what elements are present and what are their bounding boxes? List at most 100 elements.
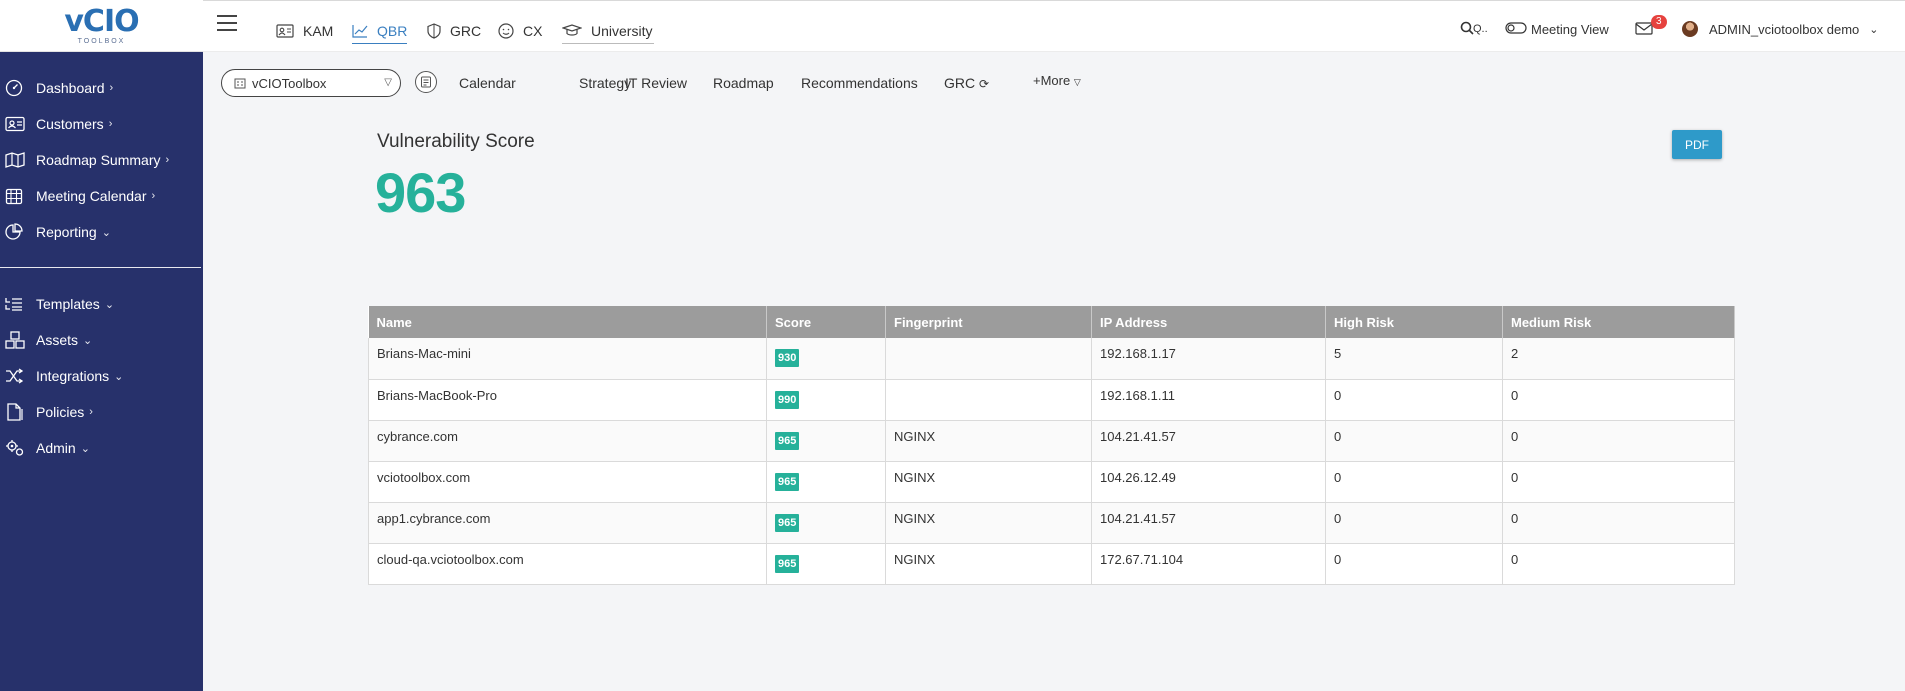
sidebar-item-admin[interactable]: Admin ⌄ — [0, 430, 203, 466]
tab-label: QBR — [377, 22, 408, 39]
table-row[interactable]: Brians-MacBook-Pro 990 192.168.1.11 0 0 — [368, 379, 1735, 421]
refresh-icon: ⟳ — [979, 77, 990, 91]
cell-score: 965 — [766, 502, 886, 544]
cell-score: 965 — [766, 543, 886, 585]
column-header-score[interactable]: Score — [766, 306, 886, 338]
table-row[interactable]: vciotoolbox.com 965 NGINX 104.26.12.49 0… — [368, 461, 1735, 503]
user-menu[interactable]: ADMIN_vciotoolbox demo ⌄ — [1682, 18, 1879, 40]
map-icon — [5, 151, 27, 169]
sidebar-item-label: Meeting Calendar — [36, 188, 147, 204]
cell-fingerprint: NGINX — [885, 461, 1092, 503]
avatar — [1682, 21, 1698, 37]
sidebar-item-label: Integrations — [36, 368, 110, 384]
organization-select-value: vCIOToolbox — [252, 75, 327, 91]
sidebar-item-label: Reporting — [36, 224, 97, 240]
cell-score: 990 — [766, 379, 886, 421]
subtab-calendar[interactable]: Calendar — [459, 75, 516, 91]
cell-name: Brians-MacBook-Pro — [368, 379, 767, 421]
building-icon — [234, 78, 246, 89]
sidebar-item-assets[interactable]: Assets ⌄ — [0, 322, 203, 358]
organization-select[interactable]: vCIOToolbox ▽ — [221, 69, 401, 97]
subtab-recommendations[interactable]: Recommendations — [801, 75, 918, 91]
cell-medium-risk: 0 — [1502, 379, 1735, 421]
cell-medium-risk: 0 — [1502, 420, 1735, 462]
tab-cx[interactable]: CX — [498, 18, 542, 44]
subtab-more[interactable]: +More ▽ — [1033, 73, 1081, 88]
logo-main: vCIO — [64, 3, 139, 39]
cell-high-risk: 5 — [1325, 338, 1503, 380]
chevron-right-icon: › — [108, 118, 113, 130]
notifications-button[interactable]: 3 — [1635, 15, 1667, 40]
search-button[interactable]: Q.. — [1460, 18, 1488, 40]
table-row[interactable]: Brians-Mac-mini 930 192.168.1.17 5 2 — [368, 338, 1735, 380]
score-badge: 965 — [775, 431, 800, 450]
tab-qbr[interactable]: QBR — [352, 18, 408, 44]
cell-fingerprint: NGINX — [885, 420, 1092, 462]
meeting-view-toggle[interactable]: Meeting View — [1505, 18, 1609, 40]
table-row[interactable]: cybrance.com 965 NGINX 104.21.41.57 0 0 — [368, 420, 1735, 462]
tab-kam[interactable]: KAM — [276, 18, 333, 44]
column-header-high-risk[interactable]: High Risk — [1325, 306, 1503, 338]
cell-name: Brians-Mac-mini — [368, 338, 767, 380]
cell-ip-address: 192.168.1.11 — [1091, 379, 1326, 421]
logo-sub: TOOLBOX — [77, 37, 126, 45]
tab-label: GRC — [450, 23, 482, 39]
smiley-icon — [498, 23, 514, 39]
sidebar-item-reporting[interactable]: Reporting ⌄ — [0, 214, 203, 250]
subtab-it-review[interactable]: IT Review — [625, 75, 687, 91]
cell-high-risk: 0 — [1325, 543, 1503, 585]
sidebar-item-meeting-calendar[interactable]: Meeting Calendar › — [0, 178, 203, 214]
sidebar-item-roadmap-summary[interactable]: Roadmap Summary › — [0, 142, 203, 178]
top-bar: KAM QBR GRC CX University Q.. Meeting Vi… — [203, 0, 1905, 52]
tab-label: University — [591, 22, 653, 39]
column-header-fingerprint[interactable]: Fingerprint — [885, 306, 1092, 338]
subtab-roadmap[interactable]: Roadmap — [713, 75, 774, 91]
subtab-strategy[interactable]: Strategy — [579, 75, 631, 91]
column-header-name[interactable]: Name — [368, 306, 767, 338]
search-icon — [1460, 21, 1474, 38]
documents-icon — [5, 403, 27, 421]
pdf-button[interactable]: PDF — [1672, 130, 1722, 159]
tab-grc[interactable]: GRC — [427, 18, 481, 44]
cell-score: 930 — [766, 338, 886, 380]
sidebar-item-policies[interactable]: Policies › — [0, 394, 203, 430]
sidebar-item-templates[interactable]: Templates ⌄ — [0, 286, 203, 322]
score-badge: 990 — [775, 390, 800, 409]
shuffle-icon — [5, 367, 27, 385]
chevron-right-icon: › — [89, 406, 93, 418]
sidebar-item-label: Policies — [36, 404, 85, 420]
table-row[interactable]: cloud-qa.vciotoolbox.com 965 NGINX 172.6… — [368, 543, 1735, 585]
hamburger-menu-icon[interactable] — [217, 15, 237, 33]
logo[interactable]: vCIO TOOLBOX — [0, 0, 203, 52]
table-row[interactable]: app1.cybrance.com 965 NGINX 104.21.41.57… — [368, 502, 1735, 544]
score-badge: 965 — [775, 472, 800, 491]
org-details-button[interactable] — [415, 71, 437, 93]
score-badge: 965 — [775, 554, 800, 573]
search-label: Q.. — [1473, 23, 1488, 35]
sidebar-item-dashboard[interactable]: Dashboard › — [0, 70, 203, 106]
pie-chart-icon — [5, 223, 27, 241]
cell-high-risk: 0 — [1325, 420, 1503, 462]
chevron-down-icon: ⌄ — [1869, 23, 1879, 36]
cell-ip-address: 104.21.41.57 — [1091, 420, 1326, 462]
cell-name: cloud-qa.vciotoolbox.com — [368, 543, 767, 585]
cell-high-risk: 0 — [1325, 379, 1503, 421]
subtab-grc[interactable]: GRC ⟳ — [944, 75, 989, 91]
sidebar-item-integrations[interactable]: Integrations ⌄ — [0, 358, 203, 394]
cell-fingerprint — [885, 338, 1092, 380]
vulnerability-score-label: Vulnerability Score — [377, 131, 535, 152]
cell-ip-address: 192.168.1.17 — [1091, 338, 1326, 380]
sidebar-divider — [0, 267, 201, 268]
sidebar-item-customers[interactable]: Customers › — [0, 106, 203, 142]
column-header-medium-risk[interactable]: Medium Risk — [1502, 306, 1735, 338]
list-icon — [5, 295, 27, 313]
chevron-right-icon: › — [165, 154, 170, 166]
chevron-down-icon: ⌄ — [114, 370, 124, 383]
column-header-ip-address[interactable]: IP Address — [1091, 306, 1326, 338]
user-name: ADMIN_vciotoolbox demo — [1709, 21, 1860, 37]
vulnerability-table: Name Score Fingerprint IP Address High R… — [368, 306, 1735, 585]
tab-university[interactable]: University — [562, 18, 654, 44]
cell-fingerprint: NGINX — [885, 502, 1092, 544]
tab-label: CX — [523, 23, 543, 39]
cell-medium-risk: 0 — [1502, 543, 1735, 585]
